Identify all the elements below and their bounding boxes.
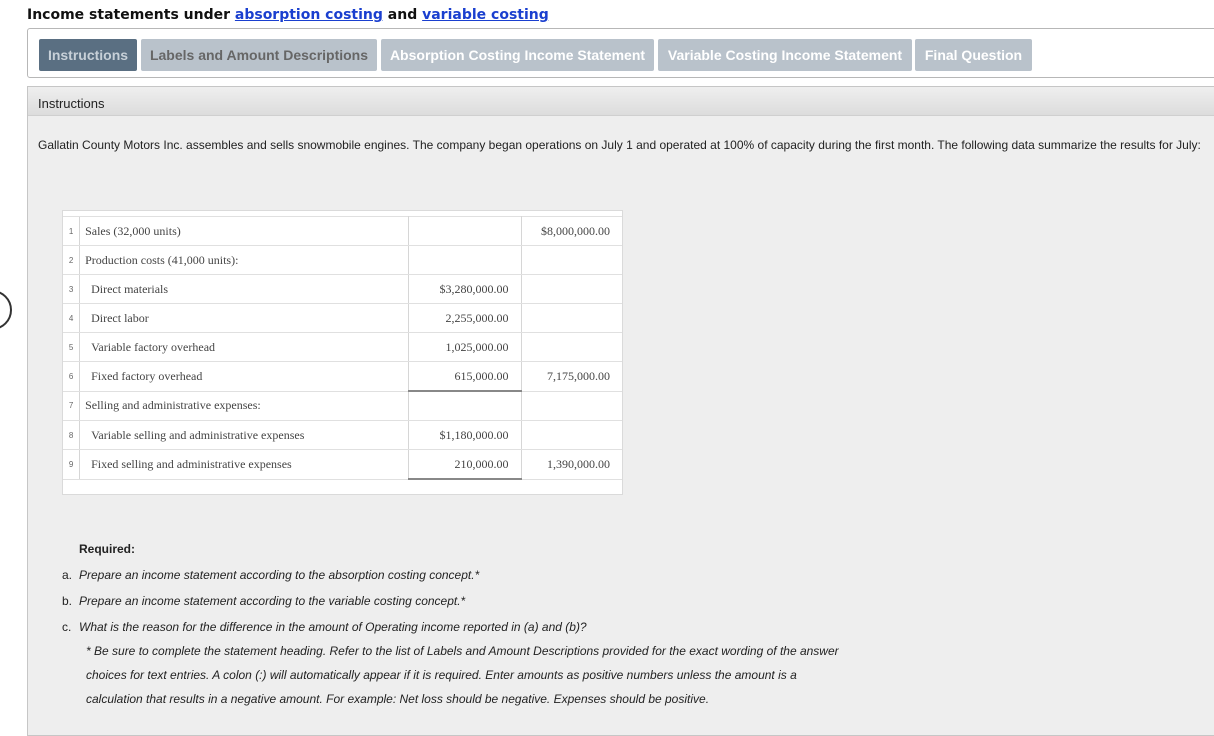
row-label: Selling and administrative expenses: [79,390,409,421]
amount-col1: 615,000.00 [408,361,522,392]
table-row: 1 Sales (32,000 units) $8,000,000.00 [63,216,622,246]
item-text: What is the reason for the difference in… [79,620,587,634]
amount-col2 [521,245,622,275]
amount-col1 [408,216,522,246]
row-label: Variable selling and administrative expe… [79,420,409,450]
row-label: Direct labor [79,303,409,333]
amount-col2: 7,175,000.00 [521,361,622,392]
row-number: 9 [63,449,80,480]
absorption-costing-link[interactable]: absorption costing [235,7,383,23]
instruction-note: * Be sure to complete the statement head… [86,639,886,711]
panel-header: Instructions [28,87,1214,116]
row-label: Fixed factory overhead [79,361,409,392]
table-row: 5 Variable factory overhead 1,025,000.00 [63,332,622,362]
row-label: Fixed selling and administrative expense… [79,449,409,480]
row-label: Sales (32,000 units) [79,216,409,246]
item-letter: a. [62,568,73,582]
row-label: Direct materials [79,274,409,304]
table-row: 8 Variable selling and administrative ex… [63,420,622,450]
page-title: Income statements under absorption costi… [27,7,549,23]
amount-col2: 1,390,000.00 [521,449,622,480]
table-row: 7 Selling and administrative expenses: [63,390,622,421]
item-text: Prepare an income statement according to… [79,594,466,608]
table-row: 6 Fixed factory overhead 615,000.00 7,17… [63,361,622,392]
row-label: Production costs (41,000 units): [79,245,409,275]
tab-instructions[interactable]: Instructions [39,39,137,71]
table-row: 3 Direct materials $3,280,000.00 [63,274,622,304]
data-spreadsheet: 1 Sales (32,000 units) $8,000,000.00 2 P… [62,210,623,495]
amount-col1: $1,180,000.00 [408,420,522,450]
row-number: 6 [63,361,80,392]
amount-col1 [408,390,522,421]
amount-col2 [521,303,622,333]
tab-labels-and-amount-descriptions[interactable]: Labels and Amount Descriptions [141,39,377,71]
required-item-a: a. Prepare an income statement according … [62,568,480,582]
note-line: calculation that results in a negative a… [86,692,710,706]
row-number: 4 [63,303,80,333]
amount-col2 [521,332,622,362]
tab-final-question[interactable]: Final Question [915,39,1032,71]
tab-absorption-costing-income-statement[interactable]: Absorption Costing Income Statement [381,39,654,71]
data-table: 1 Sales (32,000 units) $8,000,000.00 2 P… [63,216,622,480]
table-row: 4 Direct labor 2,255,000.00 [63,303,622,333]
row-number: 7 [63,390,80,421]
row-number: 5 [63,332,80,362]
note-line: choices for text entries. A colon (:) wi… [86,668,797,682]
required-item-b: b. Prepare an income statement according … [62,594,466,608]
tab-variable-costing-income-statement[interactable]: Variable Costing Income Statement [658,39,912,71]
amount-col1: 1,025,000.00 [408,332,522,362]
row-number: 2 [63,245,80,275]
row-number: 1 [63,216,80,246]
tab-bar: Instructions Labels and Amount Descripti… [27,28,1214,78]
table-row: 2 Production costs (41,000 units): [63,245,622,275]
panel-header-title: Instructions [38,96,105,111]
note-line: * Be sure to complete the statement head… [86,644,839,658]
amount-col2: $8,000,000.00 [521,216,622,246]
partial-circle-icon [0,290,12,330]
intro-text: Gallatin County Motors Inc. assembles an… [38,138,1201,152]
table-row: 9 Fixed selling and administrative expen… [63,449,622,480]
amount-col1: 2,255,000.00 [408,303,522,333]
amount-col1 [408,245,522,275]
required-item-c: c. What is the reason for the difference … [62,620,587,634]
title-middle: and [382,7,423,23]
amount-col1: 210,000.00 [408,449,522,480]
amount-col2 [521,274,622,304]
amount-col2 [521,390,622,421]
row-number: 8 [63,420,80,450]
variable-costing-link[interactable]: variable costing [422,7,549,23]
amount-col2 [521,420,622,450]
item-letter: b. [62,594,73,608]
item-letter: c. [62,620,72,634]
row-number: 3 [63,274,80,304]
row-label: Variable factory overhead [79,332,409,362]
amount-col1: $3,280,000.00 [408,274,522,304]
item-text: Prepare an income statement according to… [79,568,480,582]
required-title: Required: [79,542,136,556]
title-prefix: Income statements under [27,7,235,23]
